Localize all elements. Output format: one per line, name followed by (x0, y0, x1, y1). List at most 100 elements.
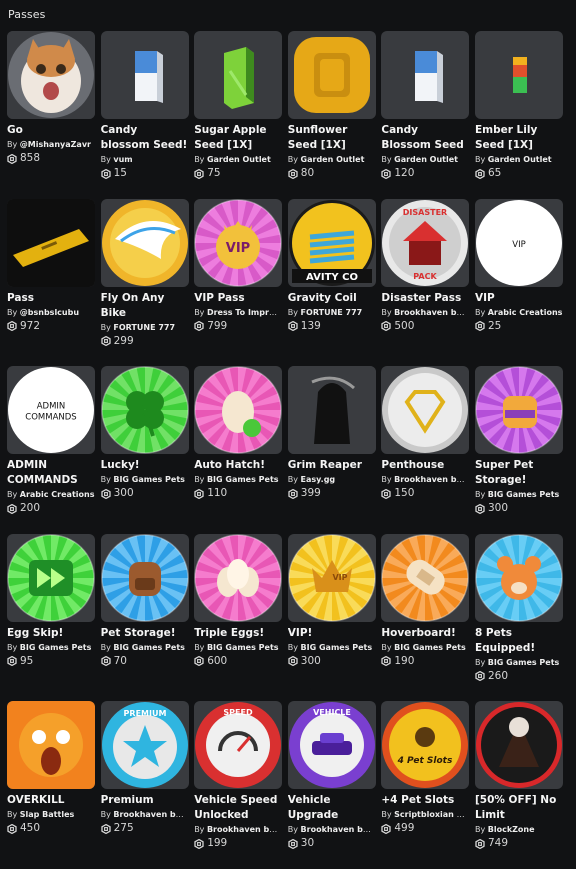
pass-card[interactable]: Lucky! By BIG Games Pets 300 (100, 366, 189, 534)
creator-link[interactable]: FORTUNE 777 (113, 323, 175, 332)
creator-link[interactable]: BIG Games Pets (488, 490, 560, 499)
pass-card[interactable]: Triple Eggs! By BIG Games Pets 600 (194, 533, 283, 702)
pass-card[interactable]: ADMIN COMMANDS ADMIN COMMANDS By Arabic Cre… (7, 366, 95, 534)
creator-link[interactable]: Arabic Creations (20, 490, 95, 499)
pass-card[interactable]: PREMIUMPremiumBy Brookhaven by V...275 (100, 701, 189, 869)
pass-name[interactable]: OVERKILL (7, 793, 95, 808)
pass-name[interactable]: Candy blossom Seed! (101, 123, 189, 153)
creator-link[interactable]: Brookhaven by V... (394, 308, 469, 317)
creator-link[interactable]: @bsnbslcubu (20, 308, 79, 317)
pass-card[interactable]: Auto Hatch! By BIG Games Pets 110 (194, 366, 283, 534)
egg-icon[interactable] (194, 366, 283, 454)
pass-card[interactable]: Sunflower Seed [1X] By Garden Outlet 80 (287, 31, 376, 199)
pass-name[interactable]: +4 Pet Slots (381, 793, 469, 808)
pass-name[interactable]: VIP! (288, 626, 376, 641)
pass-name[interactable]: Penthouse (381, 458, 469, 473)
volcano-icon[interactable] (474, 701, 563, 789)
backpack-icon[interactable] (100, 533, 189, 622)
pass-card[interactable]: 4 Pet Slots +4 Pet Slots By Scriptbloxian … (381, 701, 470, 869)
pass-name[interactable]: VIP Pass (194, 291, 282, 306)
creator-link[interactable]: BlockZone (488, 825, 535, 834)
pass-name[interactable]: Lucky! (101, 458, 189, 473)
cat-photo-icon[interactable] (7, 31, 95, 119)
pass-name[interactable]: Pet Storage! (101, 626, 189, 641)
pass-name[interactable]: Sugar Apple Seed [1X] (194, 123, 282, 153)
pass-card[interactable]: Grim Reaper By Easy.gg 399 (287, 366, 376, 534)
screaming-face-icon[interactable] (7, 701, 95, 789)
skull-fire-icon[interactable]: 4 Pet Slots (381, 701, 470, 789)
pass-card[interactable]: [50% OFF] No Limit By BlockZone 749 (474, 701, 563, 869)
creator-link[interactable]: vum (113, 155, 132, 164)
pass-card[interactable]: DISASTER PACK Disaster Pass By Brookhaven b… (381, 198, 470, 367)
pass-card[interactable]: AVITY CO Gravity Coil By FORTUNE 777 139 (287, 198, 376, 367)
pass-card[interactable]: VIPVIP PassBy Dress To Impress ...799 (194, 198, 283, 367)
vip-crown-icon[interactable]: VIP (194, 198, 283, 287)
vip-crown-icon[interactable]: VIP (287, 533, 376, 622)
pass-card[interactable]: Fly On Any Bike By FORTUNE 777 299 (100, 198, 189, 367)
pass-name[interactable]: Premium (101, 793, 189, 808)
car-icon[interactable]: VEHICLE (287, 701, 376, 789)
pass-name[interactable]: Go (7, 123, 95, 138)
pass-name[interactable]: Super Pet Storage! (475, 458, 563, 488)
pass-name[interactable]: ADMIN COMMANDS (7, 458, 95, 488)
creator-link[interactable]: Dress To Impress ... (207, 308, 282, 317)
creator-link[interactable]: BIG Games Pets (207, 643, 279, 652)
pass-card[interactable]: Egg Skip! By BIG Games Pets 95 (7, 533, 95, 702)
pass-card[interactable]: OVERKILL By Slap Battles 450 (7, 701, 95, 869)
pass-card[interactable]: Go By @MishanyaZavr 858 (7, 31, 95, 199)
pass-name[interactable]: Fly On Any Bike (101, 291, 189, 321)
admin-text-icon[interactable]: ADMIN COMMANDS (7, 366, 95, 454)
pass-name[interactable]: Triple Eggs! (194, 626, 282, 641)
pass-name[interactable]: Grim Reaper (288, 458, 376, 473)
pass-name[interactable]: Ember Lily Seed [1X] (475, 123, 563, 153)
pass-name[interactable]: Auto Hatch! (194, 458, 282, 473)
diamond-icon[interactable] (381, 366, 470, 454)
disaster-house-icon[interactable]: DISASTER PACK (381, 198, 470, 287)
pass-name[interactable]: Egg Skip! (7, 626, 95, 641)
pass-card[interactable]: VEHICLE Vehicle Upgrade By Brookhaven by V… (287, 701, 376, 869)
pet-dog-icon[interactable] (474, 533, 563, 622)
pass-name[interactable]: Vehicle Speed Unlocked (194, 793, 282, 823)
seed-pack-icon[interactable] (381, 31, 470, 119)
hoverboard-icon[interactable] (381, 533, 470, 622)
creator-link[interactable]: BIG Games Pets (207, 475, 279, 484)
green-block-icon[interactable] (194, 31, 283, 119)
pass-name[interactable]: Disaster Pass (381, 291, 469, 306)
pass-name[interactable]: Hoverboard! (381, 626, 469, 641)
pass-card[interactable]: Hoverboard! By BIG Games Pets 190 (381, 533, 470, 702)
pass-name[interactable]: Gravity Coil (288, 291, 376, 306)
clover-icon[interactable] (100, 366, 189, 454)
yellow-cylinder-icon[interactable] (287, 31, 376, 119)
pass-name[interactable]: [50% OFF] No Limit (475, 793, 563, 823)
pass-card[interactable]: Ember Lily Seed [1X] By Garden Outlet 65 (474, 31, 563, 199)
winged-coin-icon[interactable] (100, 198, 189, 287)
creator-link[interactable]: Brookhaven by V... (301, 825, 376, 834)
pass-card[interactable]: Candy blossom Seed! By vum 15 (100, 31, 189, 199)
creator-link[interactable]: Scriptbloxian Stu... (394, 810, 469, 819)
creator-link[interactable]: BIG Games Pets (301, 643, 373, 652)
pass-card[interactable]: 8 Pets Equipped! By BIG Games Pets 260 (474, 533, 563, 702)
creator-link[interactable]: @MishanyaZavr (20, 140, 91, 149)
creator-link[interactable]: Garden Outlet (301, 155, 365, 164)
creator-link[interactable]: Arabic Creations (488, 308, 563, 317)
seed-pack-icon[interactable] (100, 31, 189, 119)
creator-link[interactable]: FORTUNE 777 (301, 308, 363, 317)
pass-name[interactable]: Candy Blossom Seed [1X] (381, 123, 469, 153)
creator-link[interactable]: Brookhaven by V... (394, 475, 469, 484)
creator-link[interactable]: BIG Games Pets (394, 643, 466, 652)
creator-link[interactable]: BIG Games Pets (20, 643, 92, 652)
reaper-icon[interactable] (287, 366, 376, 454)
pass-name[interactable]: 8 Pets Equipped! (475, 626, 563, 656)
creator-link[interactable]: Brookhaven by V... (207, 825, 282, 834)
eggs-icon[interactable] (194, 533, 283, 622)
fast-forward-icon[interactable] (7, 533, 95, 622)
pass-name[interactable]: Pass (7, 291, 95, 306)
pass-name[interactable]: VIP (475, 291, 563, 306)
pass-name[interactable]: Vehicle Upgrade (288, 793, 376, 823)
creator-link[interactable]: BIG Games Pets (113, 643, 185, 652)
vip-text-icon[interactable]: VIP (474, 198, 563, 287)
coil-icon[interactable]: AVITY CO (287, 198, 376, 287)
pass-card[interactable]: Pet Storage! By BIG Games Pets 70 (100, 533, 189, 702)
creator-link[interactable]: Brookhaven by V... (113, 810, 188, 819)
pass-card[interactable]: VIP VIP By Arabic Creations 25 (474, 198, 563, 367)
